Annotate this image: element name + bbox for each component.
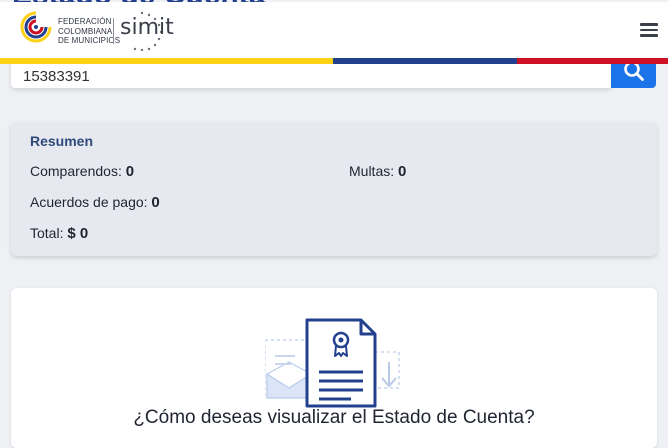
- acuerdos-label: Acuerdos de pago:: [30, 194, 148, 210]
- federacion-line-2: COLOMBIANA: [58, 26, 113, 36]
- flag-stripe-red: [517, 58, 668, 64]
- visualize-card: ¿Cómo deseas visualizar el Estado de Cue…: [11, 288, 657, 448]
- summary-card: Resumen Comparendos: 0 Multas: 0 Acuerdo…: [11, 122, 657, 256]
- menu-button[interactable]: [640, 20, 660, 38]
- multas-label: Multas:: [349, 163, 395, 179]
- comparendos-value: 0: [125, 163, 135, 180]
- hamburger-bar-icon: [640, 28, 658, 31]
- summary-title: Resumen: [30, 133, 94, 149]
- hamburger-bar-icon: [640, 23, 658, 26]
- visualize-question: ¿Cómo deseas visualizar el Estado de Cue…: [133, 407, 535, 428]
- hamburger-bar-icon: [640, 34, 658, 37]
- simit-logo: simit: [120, 15, 174, 40]
- certificate-document-icon: [265, 318, 400, 408]
- multas-row: Multas: 0: [349, 163, 406, 180]
- acuerdos-row: Acuerdos de pago: 0: [30, 194, 160, 211]
- comparendos-label: Comparendos:: [30, 163, 122, 179]
- total-row: Total: $ 0: [30, 225, 88, 242]
- logo-divider: [113, 18, 114, 44]
- comparendos-row: Comparendos: 0: [30, 163, 134, 180]
- acuerdos-value: 0: [151, 194, 160, 211]
- federacion-wordmark: FEDERACIÓN COLOMBIANA DE MUNICIPIOS: [58, 17, 120, 46]
- federacion-line-3: DE MUNICIPIOS: [58, 36, 121, 45]
- federacion-logo-icon: [20, 11, 52, 43]
- federacion-line-1: FEDERACIÓN: [58, 17, 112, 26]
- multas-value: 0: [398, 163, 407, 180]
- site-header: FEDERACIÓN COLOMBIANA DE MUNICIPIOS simi…: [0, 2, 668, 58]
- total-value: $ 0: [67, 225, 89, 242]
- total-label: Total:: [30, 225, 64, 241]
- flag-stripe-blue: [333, 58, 517, 64]
- flag-stripe-yellow: [0, 58, 333, 64]
